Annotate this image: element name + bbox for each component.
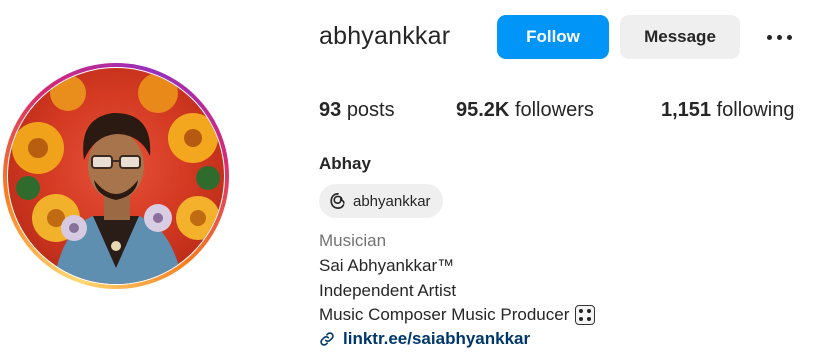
message-button[interactable]: Message [620,15,740,59]
followers-link[interactable]: 95.2K followers [456,99,594,122]
display-name: Abhay [319,154,371,173]
threads-handle: abhyankkar [353,192,431,210]
threads-badge-button[interactable]: abhyankkar [319,184,443,218]
bio-line: Music Composer Music Producer [319,305,596,325]
link-icon [320,332,334,346]
posts-count-value: 93 [319,99,342,121]
bio-line: Sai Abhyankkar™ [319,256,455,275]
avatar[interactable] [8,68,224,284]
posts-count: 93 posts [319,99,395,122]
profile-category: Musician [319,231,387,250]
bio-line: Independent Artist [319,281,457,300]
bio-line-text: Music Composer Music Producer [319,305,570,324]
posts-count-label: posts [346,99,395,121]
threads-icon [330,193,345,209]
profile-photo [12,73,220,284]
game-die-icon [575,305,596,325]
followers-count-value: 95.2K [456,99,510,121]
external-link[interactable]: linktr.ee/saiabhyankkar [319,329,530,349]
more-options-icon[interactable] [761,25,797,49]
story-ring[interactable] [3,63,229,289]
username: abhyankkar [319,22,451,50]
following-count-label: following [716,99,795,121]
profile-header: abhyankkar Follow Message 93 posts 95.2K… [0,0,815,355]
followers-count-label: followers [514,99,594,121]
following-count-value: 1,151 [661,99,712,121]
following-link[interactable]: 1,151 following [661,99,794,122]
follow-button[interactable]: Follow [497,15,609,59]
link-text[interactable]: linktr.ee/saiabhyankkar [343,329,530,349]
